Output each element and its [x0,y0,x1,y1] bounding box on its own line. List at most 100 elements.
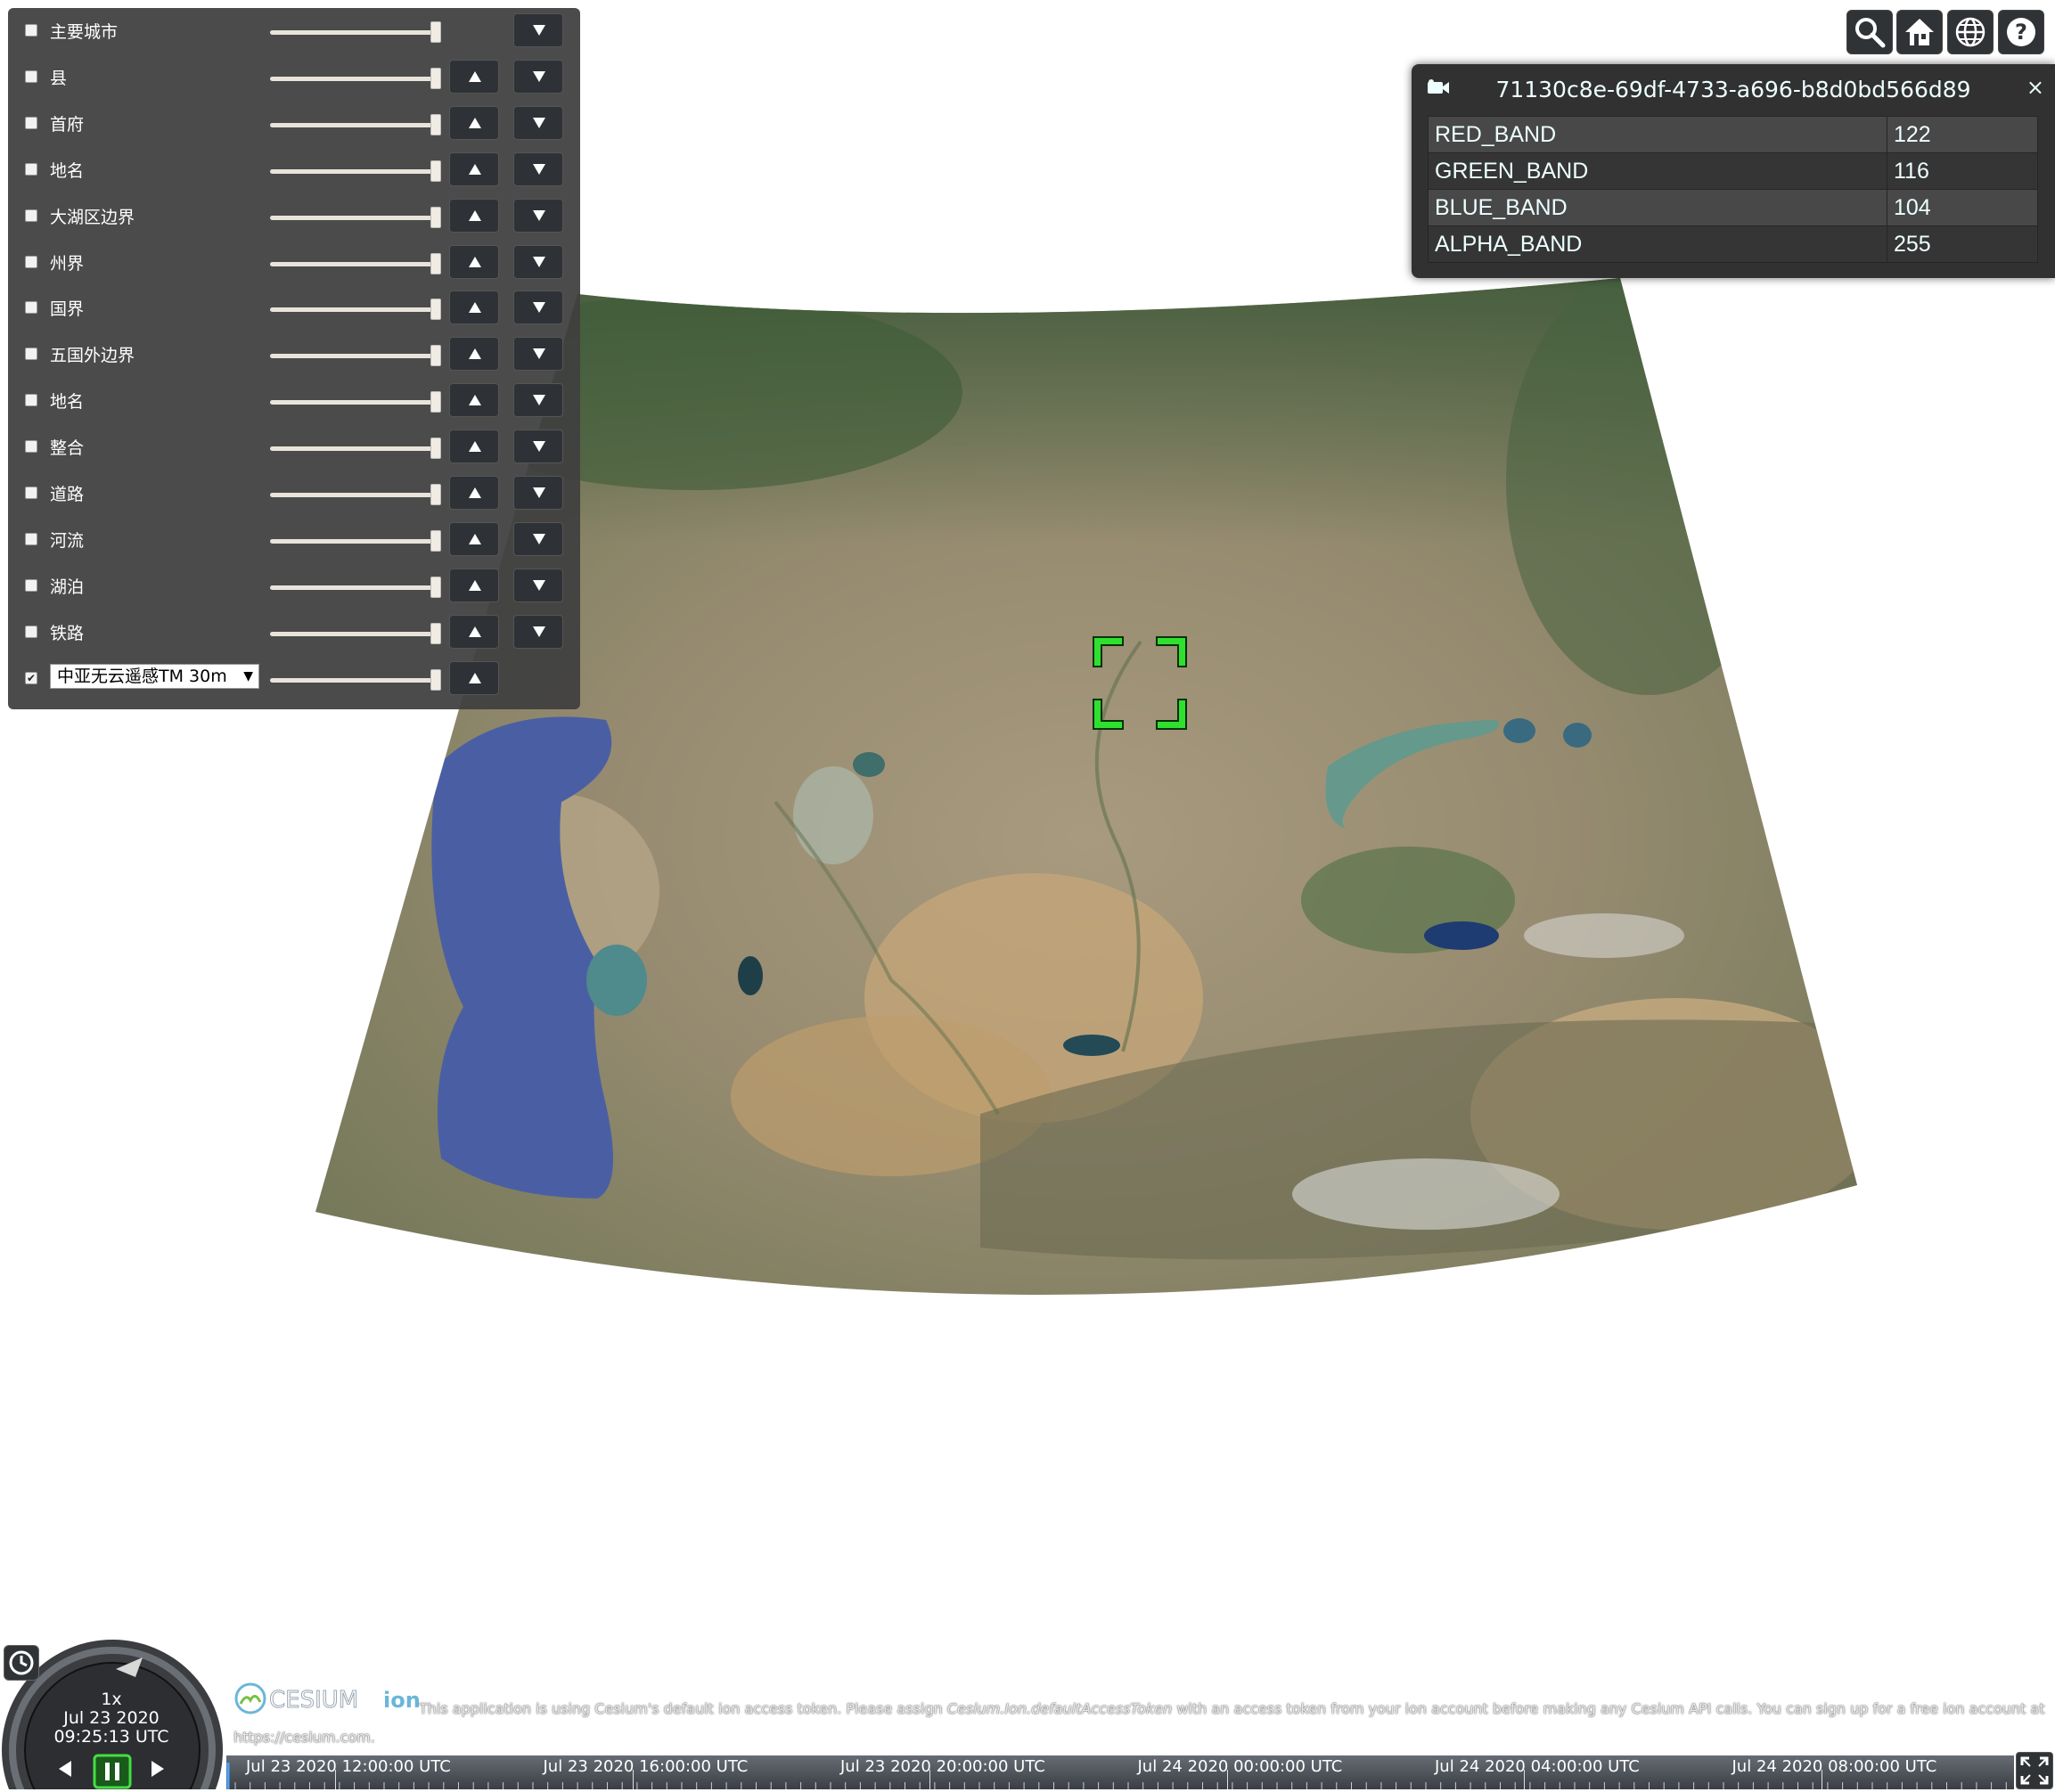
lower-layer-button[interactable] [513,569,563,602]
slider-thumb[interactable] [430,530,441,552]
layer-visibility-checkbox[interactable] [25,117,37,129]
layer-visibility-checkbox[interactable] [25,301,37,314]
layer-visibility-checkbox[interactable] [25,24,37,37]
lower-layer-button[interactable] [513,430,563,463]
layer-opacity-slider[interactable] [263,669,441,691]
search-button[interactable] [1846,10,1893,54]
slider-thumb[interactable] [430,207,441,228]
layer-visibility-checkbox[interactable] [25,209,37,222]
raise-layer-button[interactable] [449,383,499,417]
lower-layer-button[interactable] [513,152,563,186]
layer-opacity-slider[interactable] [263,391,441,413]
slider-thumb[interactable] [430,577,441,598]
raise-layer-button[interactable] [449,430,499,463]
layer-opacity-slider[interactable] [263,68,441,89]
layer-opacity-slider[interactable] [263,484,441,505]
attribute-key: BLUE_BAND [1428,189,1887,226]
home-button[interactable] [1896,10,1943,54]
raise-layer-button[interactable] [449,661,499,695]
layer-visibility-checkbox[interactable]: ✔ [25,672,37,684]
raise-layer-button[interactable] [449,615,499,649]
raise-layer-button[interactable] [449,337,499,371]
raise-layer-button[interactable] [449,60,499,94]
layer-visibility-checkbox[interactable] [25,533,37,545]
slider-thumb[interactable] [430,438,441,459]
arrow-up-icon [469,302,481,313]
play-reverse-button[interactable] [52,1755,78,1782]
raise-layer-button[interactable] [449,152,499,186]
layer-opacity-slider[interactable] [263,345,441,366]
layer-opacity-slider[interactable] [263,530,441,552]
lower-layer-button[interactable] [513,290,563,324]
layer-opacity-slider[interactable] [263,577,441,598]
table-row: GREEN_BAND 116 [1428,152,2038,190]
fullscreen-button[interactable] [2016,1752,2053,1789]
lower-layer-button[interactable] [513,106,563,140]
lower-layer-button[interactable] [513,337,563,371]
lower-layer-button[interactable] [513,13,563,47]
layer-visibility-checkbox[interactable] [25,348,37,360]
arrow-down-icon [533,626,545,637]
slider-thumb[interactable] [430,391,441,413]
slider-thumb[interactable] [430,669,441,691]
timeline[interactable]: Jul 23 2020 12:00:00 UTC Jul 23 2020 16:0… [226,1755,2014,1789]
layer-opacity-slider[interactable] [263,114,441,135]
layer-row: 五国外边界 [8,331,580,378]
raise-layer-button[interactable] [449,245,499,279]
layer-opacity-slider[interactable] [263,253,441,274]
play-forward-button[interactable] [144,1755,171,1782]
timeline-label: Jul 23 2020 12:00:00 UTC [246,1757,451,1776]
slider-thumb[interactable] [430,299,441,320]
close-icon[interactable]: × [2026,75,2044,100]
raise-layer-button[interactable] [449,290,499,324]
lower-layer-button[interactable] [513,476,563,510]
layer-opacity-slider[interactable] [263,207,441,228]
slider-thumb[interactable] [430,345,441,366]
lower-layer-button[interactable] [513,60,563,94]
slider-thumb[interactable] [430,623,441,644]
layer-name: 河流 [50,531,85,551]
arrow-up-icon [469,118,481,128]
raise-layer-button[interactable] [449,476,499,510]
ion-logo-text: ion [383,1688,421,1713]
pause-button[interactable] [93,1754,132,1789]
lower-layer-button[interactable] [513,199,563,233]
layer-opacity-slider[interactable] [263,299,441,320]
cesium-ion-logo[interactable]: CESIUM ion [233,1681,421,1716]
scene-mode-button[interactable] [1947,10,1994,54]
layer-visibility-checkbox[interactable] [25,394,37,406]
layer-visibility-checkbox[interactable] [25,487,37,499]
credit-link[interactable]: https://cesium.com. [233,1729,375,1746]
slider-thumb[interactable] [430,21,441,43]
table-row: RED_BAND 122 [1428,116,2038,153]
raise-layer-button[interactable] [449,522,499,556]
slider-thumb[interactable] [430,253,441,274]
slider-thumb[interactable] [430,160,441,182]
layer-row: 地名 [8,147,580,193]
arrow-up-icon [469,534,481,544]
slider-thumb[interactable] [430,68,441,89]
layer-visibility-checkbox[interactable] [25,626,37,638]
layer-opacity-slider[interactable] [263,160,441,182]
raise-layer-button[interactable] [449,569,499,602]
layer-visibility-checkbox[interactable] [25,70,37,83]
slider-thumb[interactable] [430,484,441,505]
layer-visibility-checkbox[interactable] [25,163,37,176]
svg-text:?: ? [2015,20,2027,45]
imagery-layer-select[interactable]: 中亚无云遥感TM 30m ▼ [50,664,259,689]
help-button[interactable]: ? [1998,10,2044,54]
layer-visibility-checkbox[interactable] [25,440,37,453]
layer-opacity-slider[interactable] [263,438,441,459]
layer-opacity-slider[interactable] [263,21,441,43]
realtime-button[interactable] [4,1645,39,1681]
raise-layer-button[interactable] [449,106,499,140]
lower-layer-button[interactable] [513,522,563,556]
layer-visibility-checkbox[interactable] [25,579,37,592]
lower-layer-button[interactable] [513,615,563,649]
lower-layer-button[interactable] [513,383,563,417]
layer-opacity-slider[interactable] [263,623,441,644]
raise-layer-button[interactable] [449,199,499,233]
lower-layer-button[interactable] [513,245,563,279]
slider-thumb[interactable] [430,114,441,135]
layer-visibility-checkbox[interactable] [25,256,37,268]
